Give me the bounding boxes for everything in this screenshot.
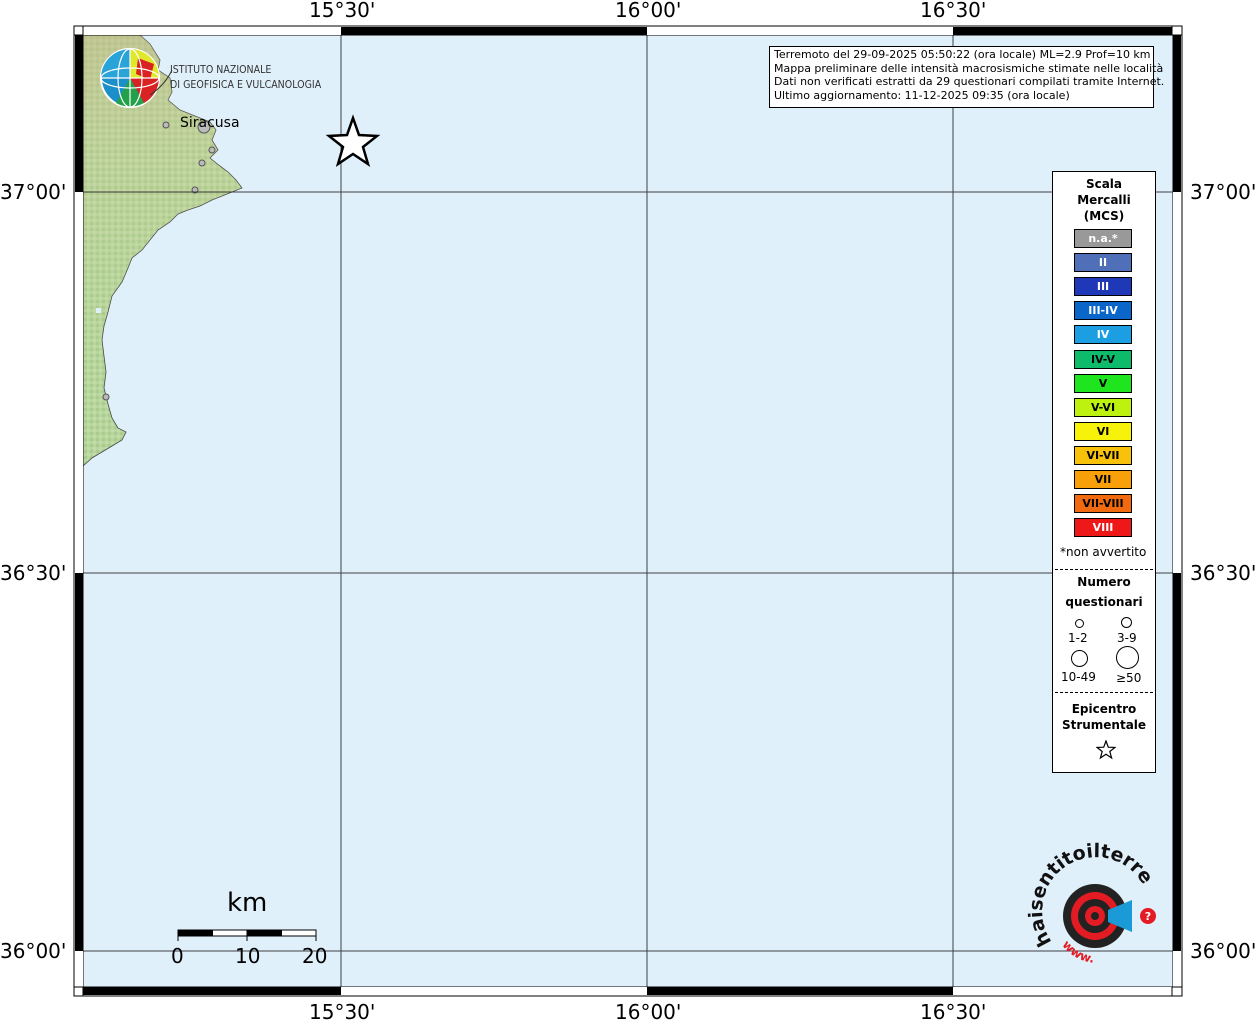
legend-intensity-swatch: VII xyxy=(1074,470,1132,489)
legend-intensity-swatch: IV-V xyxy=(1074,349,1132,369)
legend-count-title: questionari xyxy=(1065,595,1143,609)
legend-intensity-swatch: III-IV xyxy=(1074,301,1132,321)
legend-intensity-swatch: VII-VIII xyxy=(1074,494,1132,514)
bottom-lon-label: 15°30' xyxy=(309,1000,376,1024)
scale-tick-label: 10 xyxy=(235,944,261,968)
bottom-lon-label: 16°00' xyxy=(615,1000,682,1024)
locality-circle xyxy=(162,121,170,129)
ingv-logo-line2: DI GEOFISICA E VULCANOLOGIA xyxy=(170,78,322,91)
legend-intensity-swatch: n.a.* xyxy=(1074,229,1132,248)
legend-star-icon xyxy=(1096,740,1116,760)
top-lon-label: 16°00' xyxy=(615,0,682,22)
right-lat-label: 36°00' xyxy=(1190,939,1256,963)
legend-epicenter-title: Epicentro xyxy=(1071,702,1137,716)
legend-intensity-swatch: VIII xyxy=(1074,518,1132,538)
legend-intensity-swatch: II xyxy=(1074,253,1132,273)
svg-text:?: ? xyxy=(1145,910,1151,923)
legend-separator xyxy=(1055,569,1153,570)
count-label: 3-9 xyxy=(1117,631,1137,645)
left-lat-label: 37°00' xyxy=(0,180,67,204)
count-label: ≥50 xyxy=(1116,671,1142,685)
legend-scale-title: Scala xyxy=(1085,177,1123,191)
count-circle-large-icon xyxy=(1071,650,1088,667)
event-info-box: Terremoto del 29-09-2025 05:50:22 (ora l… xyxy=(769,46,1165,108)
event-info-line: Terremoto del 29-09-2025 05:50:22 (ora l… xyxy=(774,48,1151,61)
event-info-line: Ultimo aggiornamento: 11-12-2025 09:35 (… xyxy=(774,88,1070,102)
ingv-logo-line1: ISTITUTO NAZIONALE xyxy=(170,63,272,76)
legend-scale-title: (MCS) xyxy=(1083,209,1125,223)
top-lon-label: 15°30' xyxy=(309,0,376,22)
event-info-line: Mappa preliminare delle intensità macros… xyxy=(774,61,1164,75)
legend-scale-title: Mercalli xyxy=(1077,193,1131,207)
right-lat-label: 37°00' xyxy=(1190,180,1256,204)
locality-circle xyxy=(102,393,110,401)
place-label-siracusa: Siracusa xyxy=(180,115,240,131)
legend-count-title: Numero xyxy=(1077,575,1131,589)
count-label: 10-49 xyxy=(1061,670,1096,684)
legend-epicenter-title: Strumentale xyxy=(1061,718,1147,732)
event-info-line: Dati non verificati estratti da 29 quest… xyxy=(774,75,1165,89)
locality-circle xyxy=(198,159,206,167)
legend-not-felt-note: *non avvertito xyxy=(1060,545,1147,559)
right-lat-label: 36°30' xyxy=(1190,561,1256,585)
count-circle-small-icon xyxy=(1075,619,1084,628)
intensity-legend: Scala Mercalli (MCS) n.a.* II III III-IV IV I… xyxy=(1052,171,1156,773)
legend-intensity-swatch: V-VI xyxy=(1074,397,1132,417)
legend-intensity-swatch: IV xyxy=(1074,325,1132,345)
legend-separator xyxy=(1055,692,1153,693)
bottom-lon-label: 16°30' xyxy=(920,1000,987,1024)
count-circle-xlarge-icon xyxy=(1116,646,1139,669)
legend-intensity-swatch: V xyxy=(1074,373,1132,393)
scale-unit-label: km xyxy=(227,888,268,918)
count-label: 1-2 xyxy=(1068,631,1088,645)
legend-intensity-swatch: VI-VII xyxy=(1074,445,1132,465)
sea-area xyxy=(83,35,1173,987)
left-lat-label: 36°30' xyxy=(0,561,67,585)
scale-tick-label: 20 xyxy=(302,944,328,968)
left-lat-label: 36°00' xyxy=(0,939,67,963)
count-circle-medium-icon xyxy=(1121,617,1132,628)
legend-intensity-swatch: III xyxy=(1074,277,1132,297)
legend-intensity-swatch: VI xyxy=(1074,421,1132,441)
scale-tick-label: 0 xyxy=(171,944,184,968)
top-lon-label: 16°30' xyxy=(920,0,987,22)
locality-circle xyxy=(208,146,216,154)
